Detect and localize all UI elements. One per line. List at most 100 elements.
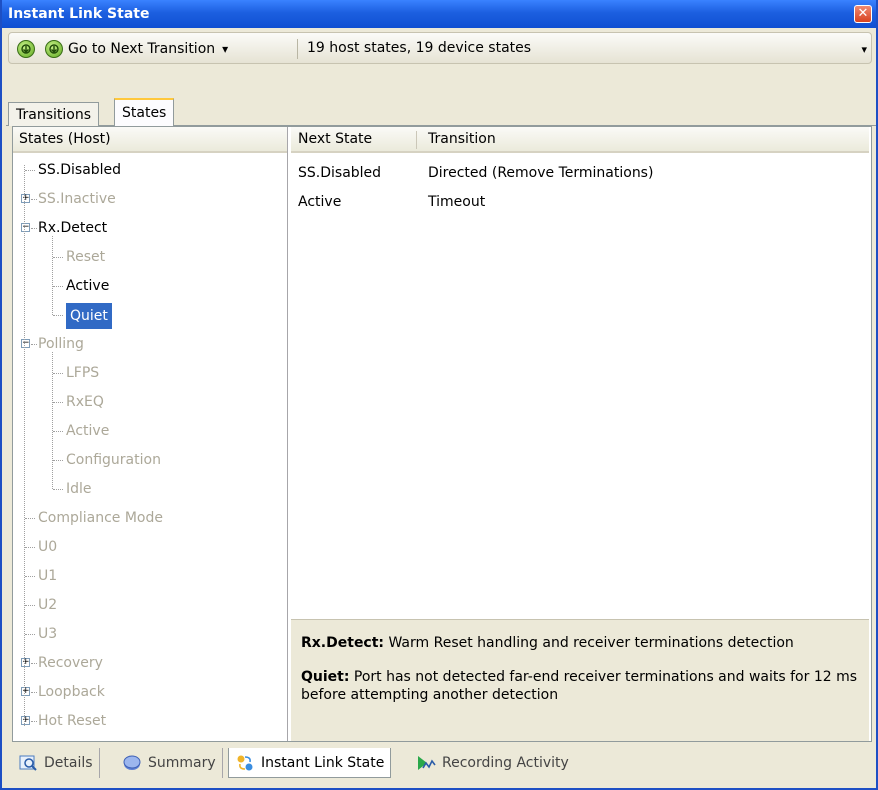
- tree-node-label: SS.Disabled: [38, 162, 122, 178]
- expand-icon[interactable]: +: [21, 194, 30, 203]
- tree-connector: [53, 431, 63, 432]
- tree-node-label: Recovery: [38, 655, 103, 671]
- state-count-status: 19 host states, 19 device states: [307, 40, 532, 56]
- tab-instant-link-state[interactable]: Instant Link State: [228, 748, 392, 778]
- collapse-icon[interactable]: −: [21, 223, 30, 232]
- go-next-icon: [45, 40, 63, 58]
- tree-connector: [25, 547, 35, 548]
- title-bar[interactable]: Instant Link State ✕: [2, 0, 876, 28]
- column-divider[interactable]: [416, 131, 417, 149]
- tab-transitions[interactable]: Transitions: [8, 102, 99, 126]
- instant-link-state-icon: [235, 753, 255, 773]
- column-next-state[interactable]: Next State: [291, 127, 372, 151]
- tree-node-label: Loopback: [38, 684, 105, 700]
- details-icon: [18, 753, 38, 773]
- recording-activity-icon: [416, 753, 436, 773]
- tab-details-label: Details: [44, 755, 93, 771]
- transition-cell: Timeout: [428, 194, 486, 210]
- go-to-next-transition-button[interactable]: Go to Next Transition ▾: [45, 38, 228, 60]
- tab-instant-link-state-label: Instant Link State: [261, 754, 385, 771]
- tree-connector: [31, 663, 37, 664]
- go-previous-icon: [17, 40, 35, 58]
- tree-connector: [31, 199, 37, 200]
- tree-node-label: U3: [38, 626, 58, 642]
- tree-connector: [25, 170, 35, 171]
- tree-connector: [31, 228, 37, 229]
- expand-icon[interactable]: +: [21, 658, 30, 667]
- tree-node-label: LFPS: [66, 365, 100, 381]
- collapse-icon[interactable]: −: [21, 339, 30, 348]
- tree-node-label: Hot Reset: [38, 713, 107, 729]
- tree-connector: [25, 634, 35, 635]
- tree-root-line: [24, 165, 25, 726]
- next-state-cell: Active: [298, 194, 342, 210]
- tab-details[interactable]: Details: [12, 748, 100, 778]
- tree-node-label: Polling: [38, 336, 84, 352]
- tree-connector: [31, 344, 37, 345]
- tree-node-label: Rx.Detect: [38, 220, 108, 236]
- instant-link-state-window: Instant Link State ✕ Go to Next Transiti…: [0, 0, 878, 790]
- state-tree-pane: States (Host) SS.Disabled + SS.Inactive − Rx…: [13, 127, 288, 741]
- state-text: Warm Reset handling and receiver termina…: [384, 635, 794, 651]
- tab-summary-label: Summary: [148, 755, 216, 771]
- go-to-next-transition-label: Go to Next Transition: [68, 41, 216, 57]
- go-previous-button[interactable]: [17, 38, 35, 60]
- tree-node-label: Compliance Mode: [38, 510, 164, 526]
- tree-node-label: U0: [38, 539, 58, 555]
- chevron-down-icon[interactable]: ▾: [222, 42, 228, 56]
- tree-node-label: Active: [66, 423, 110, 439]
- view-tabs: Transitions States: [6, 86, 876, 126]
- tree-node-label: Reset: [66, 249, 106, 265]
- summary-icon: [122, 753, 142, 773]
- tree-node-label: Active: [66, 278, 110, 294]
- toolbar: Go to Next Transition ▾ 19 host states, …: [8, 32, 872, 64]
- tab-states[interactable]: States: [114, 98, 175, 126]
- tab-recording-activity[interactable]: Recording Activity: [410, 748, 575, 778]
- tree-node-label: U2: [38, 597, 58, 613]
- close-button[interactable]: ✕: [854, 5, 872, 23]
- tree-node-label: RxEQ: [66, 394, 104, 410]
- tree-connector: [25, 576, 35, 577]
- tree-connector: [25, 518, 35, 519]
- tree-connector: [53, 286, 63, 287]
- states-panel: States (Host) SS.Disabled + SS.Inactive − Rx…: [12, 126, 872, 742]
- table-row[interactable]: SS.Disabled Directed (Remove Termination…: [291, 159, 869, 187]
- tree-connector: [53, 373, 63, 374]
- next-state-cell: SS.Disabled: [298, 165, 382, 181]
- tree-node-label: Quiet: [66, 303, 112, 329]
- state-description-line: Rx.Detect: Warm Reset handling and recei…: [301, 634, 859, 652]
- toolbar-overflow-icon[interactable]: ▾: [861, 43, 867, 56]
- tree-connector: [53, 402, 63, 403]
- grid-header: Next State Transition: [291, 127, 869, 153]
- state-description: Rx.Detect: Warm Reset handling and recei…: [291, 619, 869, 741]
- tree-connector: [25, 605, 35, 606]
- substate-name: Quiet:: [301, 669, 350, 685]
- tree-header[interactable]: States (Host): [13, 127, 287, 153]
- table-row[interactable]: Active Timeout: [291, 188, 869, 216]
- tree-connector: [53, 257, 63, 258]
- state-name: Rx.Detect:: [301, 635, 385, 651]
- substate-description-line: Quiet: Port has not detected far-end rec…: [301, 668, 859, 704]
- transitions-pane: Next State Transition SS.Disabled Direct…: [291, 127, 871, 741]
- tree-node-label: SS.Inactive: [38, 191, 116, 207]
- tree-guide-line: [52, 352, 53, 489]
- bottom-view-tabs: Details Summary Instant Link State Recor…: [6, 748, 874, 782]
- tree-connector: [53, 460, 63, 461]
- tree-guide-line: [52, 236, 53, 315]
- tree-connector: [53, 315, 63, 316]
- toolbar-separator: [297, 39, 298, 59]
- expand-icon[interactable]: +: [21, 687, 30, 696]
- tree-node-label: Configuration: [66, 452, 161, 468]
- expand-icon[interactable]: +: [21, 716, 30, 725]
- tree-node-label: Idle: [66, 481, 92, 497]
- window-title: Instant Link State: [8, 6, 150, 22]
- tab-recording-activity-label: Recording Activity: [442, 755, 569, 771]
- tree-connector: [31, 692, 37, 693]
- column-transition[interactable]: Transition: [421, 127, 496, 151]
- tab-summary[interactable]: Summary: [116, 748, 223, 778]
- tree-connector: [31, 721, 37, 722]
- tree-node-label: U1: [38, 568, 58, 584]
- transition-cell: Directed (Remove Terminations): [428, 165, 654, 181]
- substate-text: Port has not detected far-end receiver t…: [301, 669, 858, 703]
- tree-connector: [53, 489, 63, 490]
